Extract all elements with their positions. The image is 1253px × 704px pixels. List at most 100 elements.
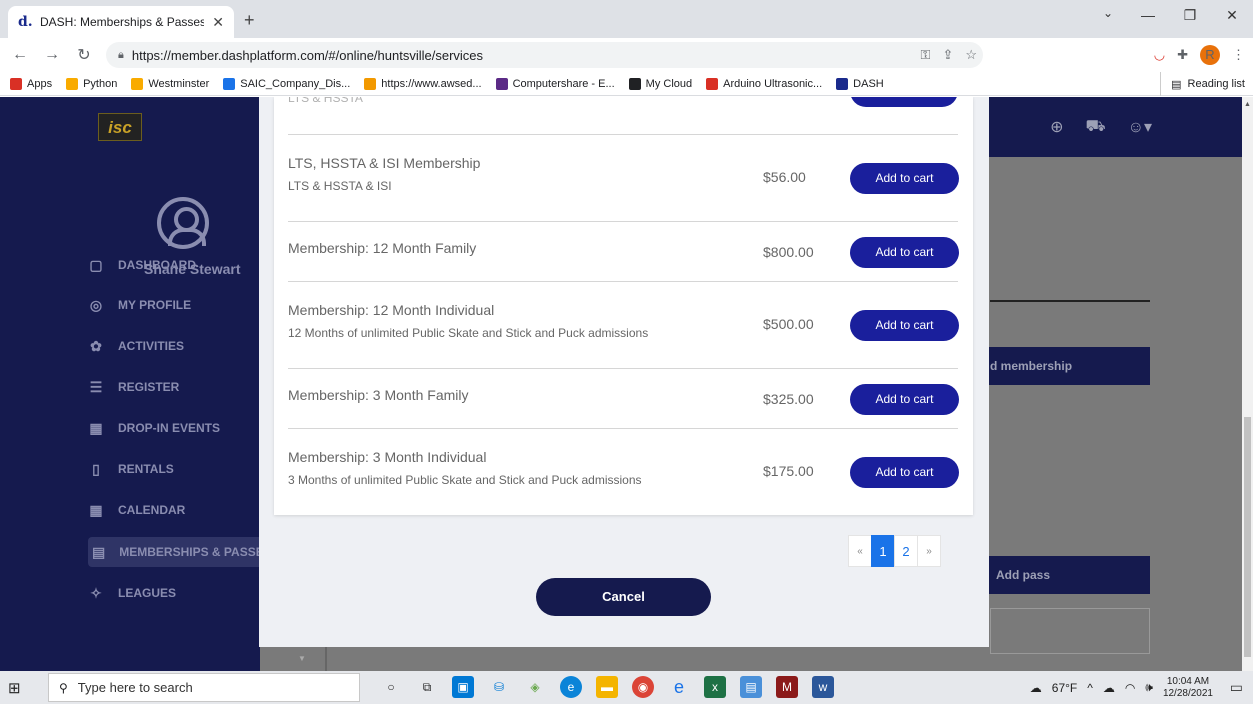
- bookmark-star-icon[interactable]: ☆: [965, 47, 977, 63]
- edge-icon[interactable]: e: [560, 676, 582, 698]
- bookmark-favicon-icon: [364, 77, 377, 90]
- cancel-button[interactable]: Cancel: [536, 578, 711, 616]
- clock[interactable]: 10:04 AM 12/28/2021: [1163, 676, 1213, 700]
- excel-icon[interactable]: x: [704, 676, 726, 698]
- bookmark-label: Python: [83, 77, 118, 90]
- sidebar-item-activities[interactable]: ✿ ACTIVITIES: [88, 331, 260, 361]
- windows-start-icon[interactable]: ⊞: [8, 679, 21, 697]
- sidebar-item-leagues[interactable]: ✧ LEAGUES: [88, 578, 260, 608]
- bookmark-label: DASH: [853, 77, 884, 90]
- membership-list: LTS & HSSTA LTS, HSSTA & ISI Membership L…: [274, 97, 973, 515]
- paint-icon[interactable]: ◈: [524, 676, 546, 698]
- partial-item-desc: LTS & HSSTA: [288, 97, 363, 105]
- bookmark-label: My Cloud: [645, 77, 693, 90]
- chrome-icon[interactable]: ◉: [632, 676, 654, 698]
- scroll-up-icon[interactable]: ▲: [1244, 101, 1251, 108]
- reading-list-icon: ▤: [1171, 78, 1182, 91]
- restore-icon[interactable]: ❐: [1169, 0, 1211, 30]
- pagination-page-1[interactable]: 1: [871, 535, 895, 567]
- bookmark-favicon-icon: [131, 77, 144, 90]
- add-to-cart-button[interactable]: Add to cart: [850, 310, 959, 341]
- pagination-page-2[interactable]: 2: [894, 535, 918, 567]
- new-tab-icon[interactable]: +: [244, 10, 255, 31]
- add-to-cart-button[interactable]: Add to cart: [850, 237, 959, 268]
- reload-icon[interactable]: ↻: [72, 45, 96, 65]
- sidebar-item-dashboard[interactable]: ▢ DASHBOARD: [88, 250, 260, 280]
- bookmark-item[interactable]: Apps: [10, 77, 52, 90]
- membership-desc: 3 Months of unlimited Public Skate and S…: [288, 473, 642, 487]
- pagination-prev[interactable]: «: [848, 535, 872, 567]
- bookmark-item[interactable]: Westminster: [131, 77, 210, 90]
- add-pass-button[interactable]: Add pass: [980, 556, 1150, 594]
- partial-add-to-cart-button[interactable]: [850, 97, 958, 107]
- scroll-thumb[interactable]: [1244, 417, 1251, 657]
- membership-row: Membership: 12 Month Family $800.00 Add to…: [288, 222, 959, 282]
- task-view-icon[interactable]: ⧉: [416, 676, 438, 698]
- weather-temp[interactable]: 67°F: [1052, 681, 1077, 695]
- network-app-icon[interactable]: ⛁: [488, 676, 510, 698]
- store-icon[interactable]: ▣: [452, 676, 474, 698]
- bookmark-item[interactable]: SAIC_Company_Dis...: [223, 77, 350, 90]
- forward-icon[interactable]: →: [40, 46, 64, 64]
- page-scrollbar[interactable]: ▲: [1242, 97, 1253, 671]
- account-icon[interactable]: ☺▾: [1128, 117, 1152, 137]
- remote-desktop-icon[interactable]: ▤: [740, 676, 762, 698]
- cart-icon[interactable]: ⛟: [1085, 117, 1105, 137]
- back-icon[interactable]: ←: [8, 46, 32, 64]
- search-icon: ⚲: [59, 680, 68, 695]
- minimize-icon[interactable]: —: [1127, 0, 1169, 30]
- add-to-cart-button[interactable]: Add to cart: [850, 457, 959, 488]
- browser-tab[interactable]: d. DASH: Memberships & Passes ✕: [8, 6, 234, 38]
- share-icon[interactable]: ⇪: [942, 47, 953, 63]
- sidebar-item-register[interactable]: ☰ REGISTER: [88, 372, 260, 402]
- internet-explorer-icon[interactable]: e: [668, 676, 690, 698]
- url-text: https://member.dashplatform.com/#/online…: [131, 47, 484, 63]
- volume-icon[interactable]: 🕪︎: [1145, 680, 1153, 695]
- system-tray: ☁ 67°F ^ ☁ ◠ 🕪︎ 10:04 AM 12/28/2021: [1030, 671, 1213, 704]
- word-icon[interactable]: w: [812, 676, 834, 698]
- membership-row: Membership: 12 Month Individual 12 Months…: [288, 282, 959, 369]
- onedrive-icon[interactable]: ☁: [1103, 681, 1115, 695]
- add-to-cart-button[interactable]: Add to cart: [850, 163, 959, 194]
- sidebar-item-rentals[interactable]: ▯ RENTALS: [88, 454, 260, 484]
- background-input[interactable]: [990, 608, 1150, 654]
- reading-list-button[interactable]: ▤ Reading list: [1160, 72, 1245, 96]
- bookmark-item[interactable]: Arduino Ultrasonic...: [706, 77, 822, 90]
- bookmark-label: Westminster: [148, 77, 210, 90]
- membership-modal: LTS & HSSTA LTS, HSSTA & ISI Membership L…: [259, 97, 989, 647]
- tab-close-icon[interactable]: ✕: [212, 14, 224, 31]
- sidebar-item-calendar[interactable]: ▦ CALENDAR: [88, 495, 260, 525]
- lock-icon[interactable]: 🔒︎: [118, 49, 124, 62]
- file-explorer-icon[interactable]: ▬: [596, 676, 618, 698]
- address-bar[interactable]: 🔒︎ https://member.dashplatform.com/#/onl…: [106, 42, 983, 68]
- membership-price: $175.00: [763, 463, 814, 479]
- mcafee-icon[interactable]: M: [776, 676, 798, 698]
- extensions-puzzle-icon[interactable]: ✚: [1177, 47, 1188, 63]
- sidebar-item-memberships-passes[interactable]: ▤ MEMBERSHIPS & PASSES: [88, 537, 260, 567]
- tab-search-icon[interactable]: ⌄: [1103, 6, 1113, 20]
- cortana-icon[interactable]: ○: [380, 676, 402, 698]
- bookmark-item[interactable]: https://www.awsed...: [364, 77, 482, 90]
- modal-scroll-down-icon[interactable]: ▼: [298, 654, 306, 663]
- weather-icon[interactable]: ☁: [1030, 681, 1042, 695]
- tray-expand-icon[interactable]: ^: [1087, 681, 1093, 695]
- pocket-icon[interactable]: ◡: [1154, 47, 1165, 63]
- wifi-icon[interactable]: ◠: [1125, 681, 1135, 695]
- sidebar-item-my-profile[interactable]: ◎ MY PROFILE: [88, 290, 260, 320]
- bookmark-item[interactable]: My Cloud: [628, 77, 693, 90]
- bookmark-item[interactable]: Computershare - E...: [495, 77, 615, 90]
- add-to-cart-button[interactable]: Add to cart: [850, 384, 959, 415]
- isc-logo[interactable]: isc: [98, 113, 142, 141]
- globe-icon[interactable]: ⊕: [1050, 117, 1063, 137]
- taskbar-search[interactable]: ⚲ Type here to search: [48, 673, 360, 702]
- sidebar-item-drop-in-events[interactable]: ▦ DROP-IN EVENTS: [88, 413, 260, 443]
- bookmark-item[interactable]: DASH: [836, 77, 884, 90]
- key-icon[interactable]: ⚿: [921, 47, 931, 63]
- close-window-icon[interactable]: ✕: [1211, 0, 1253, 30]
- chrome-menu-icon[interactable]: ⋮: [1232, 47, 1245, 63]
- add-membership-button[interactable]: d membership: [980, 347, 1150, 385]
- pagination-next[interactable]: »: [917, 535, 941, 567]
- notifications-icon[interactable]: ▭: [1230, 679, 1243, 696]
- profile-avatar[interactable]: R: [1200, 45, 1220, 65]
- bookmark-item[interactable]: Python: [66, 77, 118, 90]
